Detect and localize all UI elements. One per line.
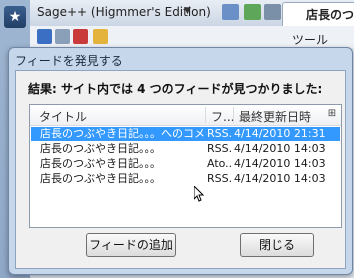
column-updated[interactable]: 最終更新日時 [239,108,311,125]
row-format: RSS... [207,127,233,140]
row-title: 店長のつぶやき日記。。。へのコメ... [40,127,206,140]
folder-icon[interactable] [93,29,108,44]
list-header: タイトル フ... 最終更新日時 ⊞ [30,105,341,126]
car-icon[interactable] [244,4,261,20]
row-title: 店長のつぶやき日記。。。 [40,157,161,170]
row-date: 4/14/2010 21:31 [234,127,326,140]
column-title[interactable]: タイトル [39,108,87,125]
feed-image-icon[interactable] [222,4,239,20]
table-row[interactable]: 店長のつぶやき日記。。。 RSS... 4/14/2010 14:03 [31,172,340,186]
bookmark-icon[interactable] [73,29,88,44]
row-title: 店長のつぶやき日記。。。 [40,172,161,185]
table-row[interactable]: 店長のつぶやき日記。。。 Ato... 4/14/2010 14:03 [31,157,340,171]
window-icon[interactable] [264,4,281,20]
mouse-cursor-icon [194,186,204,202]
refresh-icon[interactable] [37,29,52,44]
column-chooser-icon[interactable]: ⊞ [326,108,338,120]
add-feed-button[interactable]: フィードの追加 [86,233,176,257]
feed-list[interactable]: タイトル フ... 最終更新日時 ⊞ 店長のつぶやき日記。。。へのコメ... R… [29,104,342,228]
column-divider[interactable] [233,107,234,123]
discover-feeds-dialog: フィードを発見する 結果: サイト内では 4 つのフィードが見つかりました: タ… [8,47,353,275]
row-date: 4/14/2010 14:03 [234,142,326,155]
table-row[interactable]: 店長のつぶやき日記。。。 RSS... 4/14/2010 14:03 [31,142,340,156]
dialog-title: フィードを発見する [15,54,123,68]
result-text: 結果: サイト内では 4 つのフィードが見つかりました: [28,82,323,96]
row-format: RSS... [207,142,233,155]
column-format[interactable]: フ... [211,108,234,125]
tools-menu[interactable]: ツール [292,31,328,48]
table-row[interactable]: 店長のつぶやき日記。。。へのコメ... RSS... 4/14/2010 21:… [31,127,340,141]
browser-tab-label: 店長のつぶ [306,8,354,22]
chevron-down-icon[interactable]: ▼ [184,6,191,16]
star-icon[interactable]: ★ [4,6,26,28]
row-date: 4/14/2010 14:03 [234,172,326,185]
close-button[interactable]: 閉じる [240,233,314,257]
dialog-client: 結果: サイト内では 4 つのフィードが見つかりました: タイトル フ... 最… [15,70,346,269]
search-icon[interactable] [55,29,70,44]
row-title: 店長のつぶやき日記。。。 [40,142,161,155]
row-format: RSS... [207,172,233,185]
row-date: 4/14/2010 14:03 [234,157,326,170]
column-divider[interactable] [205,107,206,123]
row-format: Ato... [207,157,233,170]
